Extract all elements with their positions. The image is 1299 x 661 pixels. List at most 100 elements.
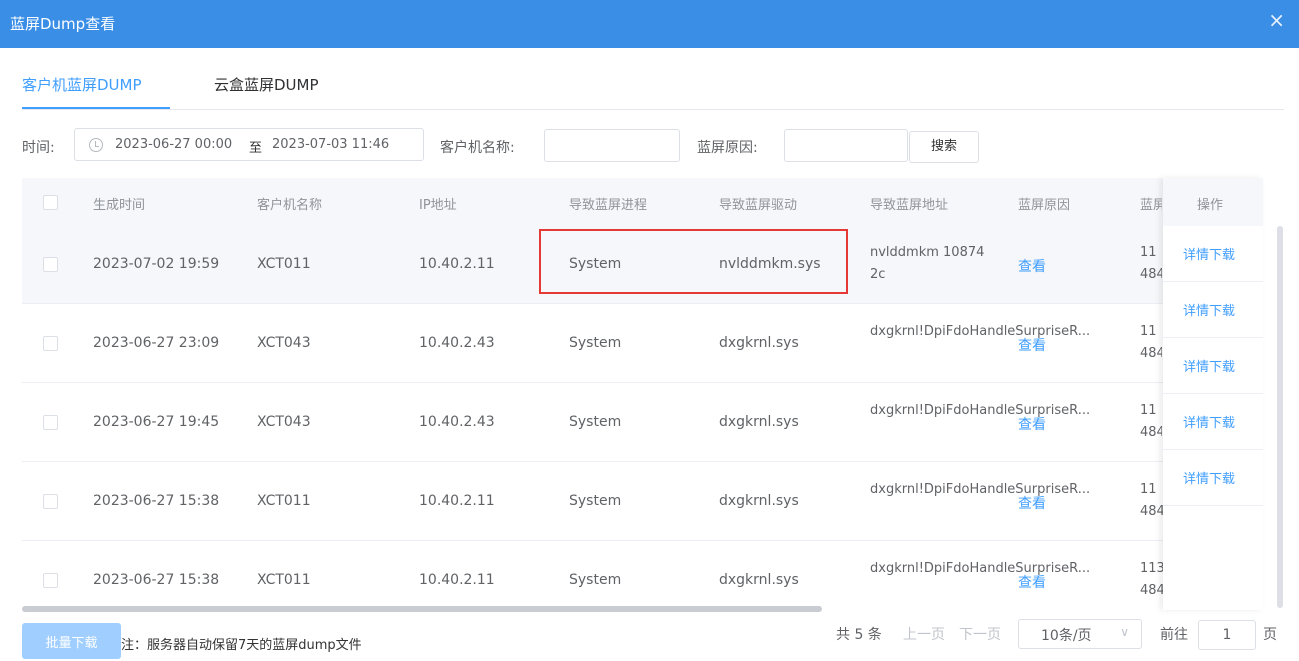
clock-icon bbox=[89, 138, 103, 152]
operation-cell: 详情下载 bbox=[1163, 226, 1263, 282]
cell-time: 2023-07-02 19:59 bbox=[93, 256, 220, 272]
client-name-label: 客户机名称: bbox=[440, 140, 515, 156]
client-name-input[interactable] bbox=[544, 129, 680, 162]
col-ip: IP地址 bbox=[419, 198, 457, 213]
goto-label: 前往 bbox=[1160, 627, 1188, 643]
search-button[interactable]: 搜索 bbox=[909, 131, 979, 163]
cell-driver: dxgkrnl.sys bbox=[719, 493, 799, 509]
cell-address: dxgkrnl!DpiFdoHandleSurpriseR... bbox=[870, 403, 1091, 418]
cell-code-line1: 11 bbox=[1140, 245, 1157, 260]
col-client: 客户机名称 bbox=[257, 198, 323, 213]
table-row[interactable]: 2023-06-27 15:38 XCT011 10.40.2.11 Syste… bbox=[22, 542, 1262, 610]
table-row[interactable]: 2023-06-27 19:45 XCT043 10.40.2.43 Syste… bbox=[22, 384, 1262, 462]
cell-client: XCT011 bbox=[257, 256, 311, 272]
cell-client: XCT043 bbox=[257, 414, 311, 430]
page-number-input[interactable]: 1 bbox=[1198, 620, 1256, 650]
row-checkbox[interactable] bbox=[43, 257, 58, 272]
cell-process: System bbox=[569, 335, 622, 351]
row-checkbox[interactable] bbox=[43, 494, 58, 509]
col-code: 蓝屏 bbox=[1140, 198, 1162, 213]
col-address: 导致蓝屏地址 bbox=[870, 198, 949, 213]
row-checkbox[interactable] bbox=[43, 573, 58, 588]
cell-code: 11 484 bbox=[1140, 400, 1162, 444]
cell-ip: 10.40.2.11 bbox=[419, 256, 495, 272]
cell-process: System bbox=[569, 572, 622, 588]
tab-cloudbox-dump[interactable]: 云盒蓝屏DUMP bbox=[214, 74, 319, 95]
operation-cell: 详情下载 bbox=[1163, 338, 1263, 394]
cell-time: 2023-06-27 15:38 bbox=[93, 572, 220, 588]
cell-driver: dxgkrnl.sys bbox=[719, 414, 799, 430]
cell-driver: dxgkrnl.sys bbox=[719, 335, 799, 351]
cell-code-line1: 11 bbox=[1140, 324, 1157, 339]
view-reason-link[interactable]: 查看 bbox=[1018, 493, 1046, 513]
batch-download-button[interactable]: 批量下载 bbox=[22, 623, 121, 659]
operation-cell: 详情下载 bbox=[1163, 282, 1263, 338]
detail-download-link[interactable]: 详情下载 bbox=[1183, 244, 1235, 263]
detail-download-link[interactable]: 详情下载 bbox=[1183, 412, 1235, 431]
cell-address: dxgkrnl!DpiFdoHandleSurpriseR... bbox=[870, 324, 1091, 339]
cell-code: 11 484 bbox=[1140, 242, 1162, 286]
col-operations: 操作 bbox=[1163, 178, 1263, 226]
chevron-down-icon: ∨ bbox=[1120, 625, 1129, 639]
cell-ip: 10.40.2.43 bbox=[419, 335, 495, 351]
filter-bar: 时间: 2023-06-27 00:00 至 2023-07-03 11:46 … bbox=[0, 128, 1299, 164]
active-tab-indicator bbox=[22, 107, 170, 109]
cell-ip: 10.40.2.11 bbox=[419, 572, 495, 588]
cell-client: XCT043 bbox=[257, 335, 311, 351]
cell-address: dxgkrnl!DpiFdoHandleSurpriseR... bbox=[870, 561, 1091, 576]
cell-code: 11 484 bbox=[1140, 321, 1162, 365]
footer-bar: 批量下载 注：服务器自动保留7天的蓝屏dump文件 共 5 条 上一页 下一页 … bbox=[0, 618, 1299, 661]
cell-client: XCT011 bbox=[257, 493, 311, 509]
date-end[interactable]: 2023-07-03 11:46 bbox=[272, 137, 389, 152]
cell-address: nvlddmkm 10874 2c bbox=[870, 245, 985, 282]
table-header: 生成时间 客户机名称 IP地址 导致蓝屏进程 导致蓝屏驱动 导致蓝屏地址 蓝屏原… bbox=[22, 178, 1262, 226]
cell-code-line2: 484 bbox=[1140, 346, 1162, 361]
table-row[interactable]: 2023-06-27 23:09 XCT043 10.40.2.43 Syste… bbox=[22, 305, 1262, 383]
tab-bar: 客户机蓝屏DUMP 云盒蓝屏DUMP bbox=[22, 48, 1284, 110]
next-page-button[interactable]: 下一页 bbox=[959, 624, 1001, 644]
select-all-checkbox[interactable] bbox=[43, 195, 58, 210]
table-row[interactable]: 2023-06-27 15:38 XCT011 10.40.2.11 Syste… bbox=[22, 463, 1262, 541]
cell-time: 2023-06-27 19:45 bbox=[93, 414, 220, 430]
operation-cell: 详情下载 bbox=[1163, 394, 1263, 450]
cell-code-line1: 11 bbox=[1140, 482, 1157, 497]
detail-download-link[interactable]: 详情下载 bbox=[1183, 356, 1235, 375]
cell-address: dxgkrnl!DpiFdoHandleSurpriseR... bbox=[870, 482, 1091, 497]
date-start[interactable]: 2023-06-27 00:00 bbox=[115, 137, 232, 152]
total-count: 共 5 条 bbox=[836, 627, 882, 643]
detail-download-link[interactable]: 详情下载 bbox=[1183, 468, 1235, 487]
page-size-select[interactable]: 10条/页 ∨ bbox=[1018, 619, 1142, 649]
horizontal-scrollbar[interactable] bbox=[22, 606, 822, 612]
col-process: 导致蓝屏进程 bbox=[569, 198, 648, 213]
vertical-scrollbar[interactable] bbox=[1277, 226, 1283, 608]
cell-time: 2023-06-27 23:09 bbox=[93, 335, 220, 351]
reason-input[interactable] bbox=[784, 129, 908, 162]
prev-page-button[interactable]: 上一页 bbox=[903, 624, 945, 644]
cell-ip: 10.40.2.11 bbox=[419, 493, 495, 509]
row-checkbox[interactable] bbox=[43, 415, 58, 430]
reason-label: 蓝屏原因: bbox=[697, 140, 758, 156]
cell-client: XCT011 bbox=[257, 572, 311, 588]
cell-code-line1: 11 bbox=[1140, 403, 1157, 418]
col-operations-label: 操作 bbox=[1197, 198, 1224, 213]
operation-cell: 详情下载 bbox=[1163, 450, 1263, 506]
time-label: 时间: bbox=[22, 140, 55, 156]
col-driver: 导致蓝屏驱动 bbox=[719, 198, 798, 213]
tab-client-dump[interactable]: 客户机蓝屏DUMP bbox=[22, 74, 142, 95]
cell-ip: 10.40.2.43 bbox=[419, 414, 495, 430]
close-icon[interactable]: × bbox=[1268, 8, 1285, 32]
highlight-box bbox=[539, 229, 848, 294]
dialog-title: 蓝屏Dump查看 bbox=[10, 15, 116, 33]
cell-process: System bbox=[569, 493, 622, 509]
row-checkbox[interactable] bbox=[43, 336, 58, 351]
cell-driver: dxgkrnl.sys bbox=[719, 572, 799, 588]
view-reason-link[interactable]: 查看 bbox=[1018, 572, 1046, 592]
view-reason-link[interactable]: 查看 bbox=[1018, 335, 1046, 355]
view-reason-link[interactable]: 查看 bbox=[1018, 256, 1046, 276]
detail-download-link[interactable]: 详情下载 bbox=[1183, 300, 1235, 319]
cell-time: 2023-06-27 15:38 bbox=[93, 493, 220, 509]
date-range-picker[interactable]: 2023-06-27 00:00 至 2023-07-03 11:46 bbox=[74, 128, 424, 161]
retention-note: 注：服务器自动保留7天的蓝屏dump文件 bbox=[121, 638, 362, 653]
view-reason-link[interactable]: 查看 bbox=[1018, 414, 1046, 434]
col-time: 生成时间 bbox=[93, 198, 146, 213]
